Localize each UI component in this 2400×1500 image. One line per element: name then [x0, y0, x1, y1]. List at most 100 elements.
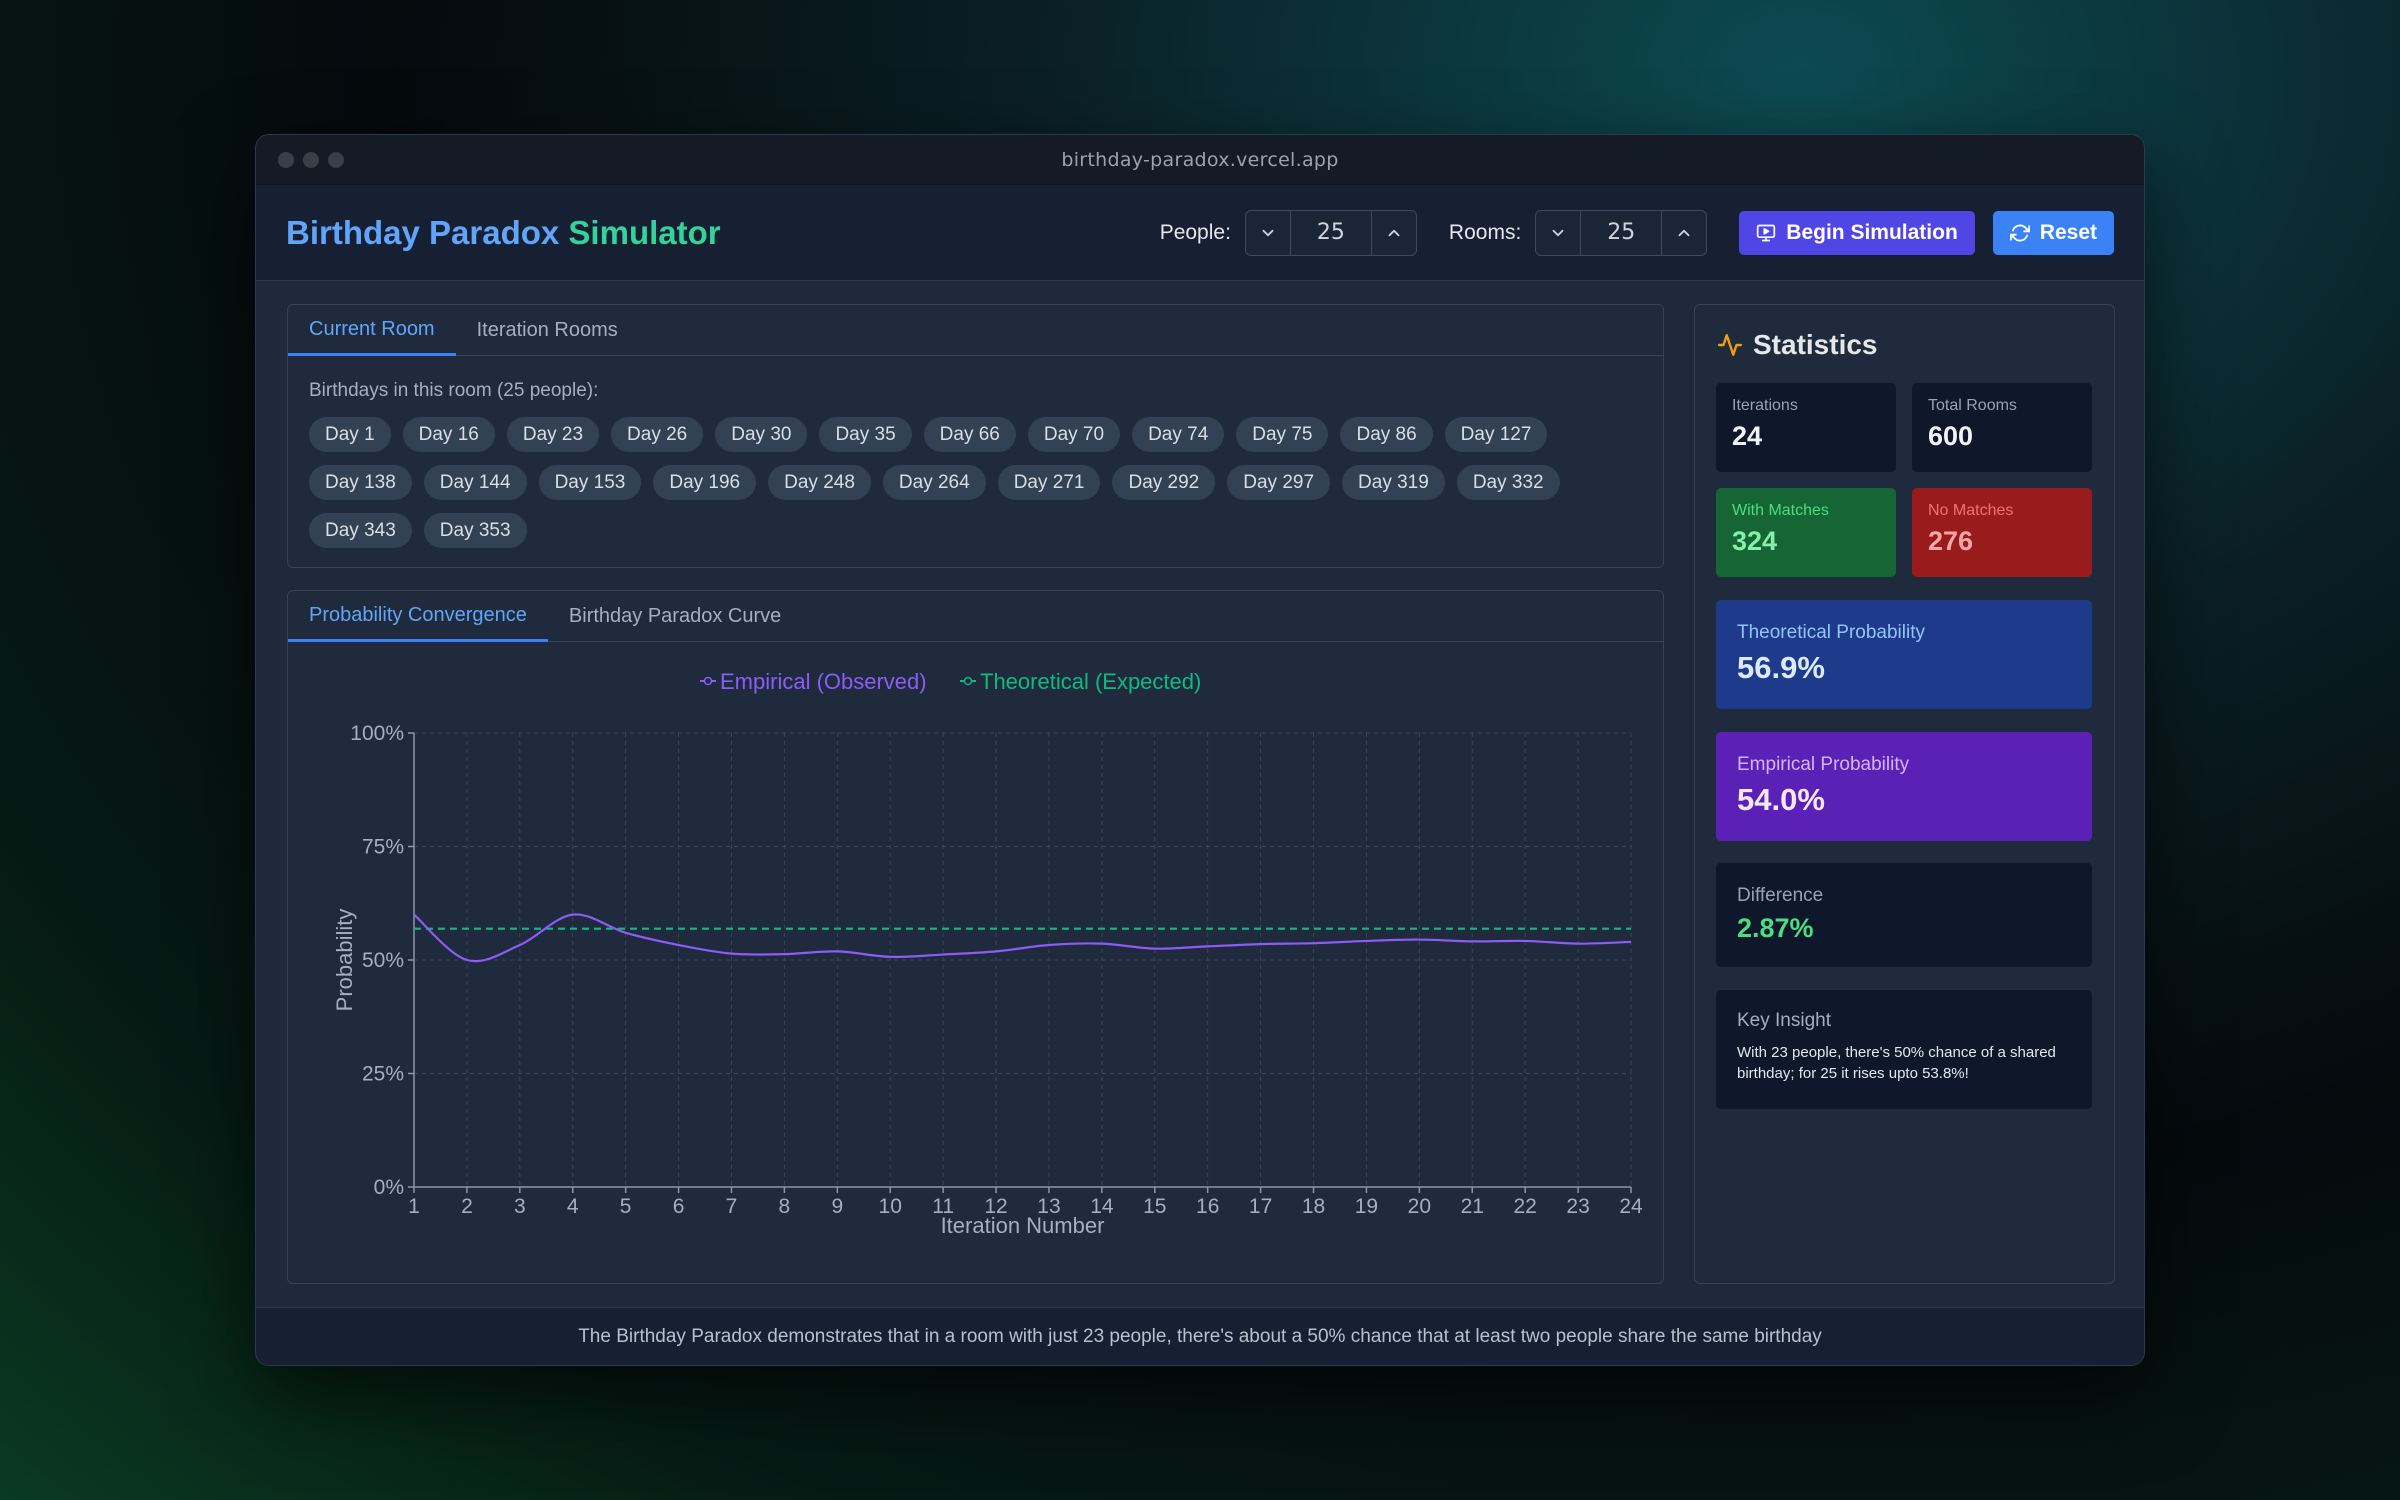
- statistics-title: Statistics: [1753, 329, 1878, 360]
- close-window-dot[interactable]: [278, 152, 294, 168]
- x-tick-label: 4: [567, 1195, 579, 1218]
- y-tick-label: 50%: [362, 949, 404, 972]
- people-label: People:: [1159, 220, 1231, 244]
- with-matches-card: With Matches 324: [1716, 488, 1896, 577]
- x-tick-label: 5: [620, 1195, 632, 1218]
- birthday-chip-list: Day 1 Day 16 Day 23 Day 26 Day 30 Day 35 Day 6…: [309, 417, 1639, 548]
- total-rooms-label: Total Rooms: [1928, 397, 2017, 414]
- people-increment-button[interactable]: [1372, 211, 1416, 255]
- with-matches-value: 324: [1732, 526, 1778, 556]
- difference-label: Difference: [1737, 885, 1824, 906]
- x-tick-label: 16: [1196, 1195, 1219, 1218]
- total-rooms-card: Total Rooms 600: [1912, 383, 2092, 472]
- birthday-chip: Day 75: [1236, 417, 1329, 452]
- begin-simulation-label: Begin Simulation: [1786, 220, 1958, 244]
- legend-marker: [703, 676, 713, 686]
- convergence-chart: 0%25%50%75%100%1 2 3 4 5 6 7 8 9 10 11 12 13 14 15 16 17…: [332, 669, 1643, 1238]
- iterations-card: Iterations 24: [1716, 383, 1896, 472]
- birthday-chip: Day 271: [997, 465, 1101, 500]
- theoretical-value: 56.9%: [1737, 650, 1825, 685]
- iterations-label: Iterations: [1732, 397, 1798, 414]
- x-tick-label: 10: [879, 1195, 902, 1218]
- no-matches-value: 276: [1928, 526, 1974, 556]
- x-tick-label: 21: [1461, 1195, 1484, 1218]
- empirical-value: 54.0%: [1737, 782, 1825, 817]
- statistics-header: Statistics: [1717, 329, 2114, 361]
- tab-probability-convergence[interactable]: Probability Convergence: [288, 591, 548, 642]
- x-tick-label: 6: [673, 1195, 685, 1218]
- page-title: Birthday Paradox Simulator: [286, 214, 721, 252]
- legend-label: Theoretical (Expected): [980, 669, 1201, 694]
- birthday-chip: Day 353: [423, 513, 527, 548]
- x-tick-label: 1: [408, 1195, 420, 1218]
- empirical-series-line: [413, 913, 1632, 963]
- chevron-up-icon: [1388, 229, 1400, 236]
- y-tick-label: 0%: [374, 1176, 404, 1199]
- birthday-chip: Day 196: [653, 465, 757, 500]
- chart-tabs: Probability Convergence Birthday Paradox…: [288, 591, 1663, 642]
- birthday-chip: Day 66: [923, 417, 1016, 452]
- minimize-window-dot[interactable]: [303, 152, 319, 168]
- app-window: birthday-paradox.vercel.app Birthday Par…: [255, 134, 2145, 1366]
- chevron-down-icon: [1262, 229, 1274, 236]
- room-caption: Birthdays in this room (25 people):: [309, 380, 599, 401]
- iterations-value: 24: [1732, 421, 1763, 451]
- rooms-decrement-button[interactable]: [1536, 211, 1580, 255]
- x-tick-label: 9: [831, 1195, 843, 1218]
- room-panel: Current Room Iteration Rooms Birthdays i…: [287, 304, 1664, 568]
- x-tick-label: 24: [1619, 1195, 1643, 1218]
- tab-current-room[interactable]: Current Room: [288, 305, 456, 356]
- birthday-chip: Day 297: [1227, 465, 1331, 500]
- reset-button[interactable]: Reset: [1992, 210, 2114, 255]
- url-text: birthday-paradox.vercel.app: [1061, 148, 1339, 171]
- people-stepper[interactable]: 25: [1244, 209, 1417, 256]
- tab-iteration-rooms[interactable]: Iteration Rooms: [456, 305, 639, 356]
- x-tick-label: 23: [1566, 1195, 1589, 1218]
- birthday-chip: Day 16: [402, 417, 495, 452]
- window-controls: [278, 135, 344, 185]
- browser-titlebar: birthday-paradox.vercel.app: [256, 135, 2144, 185]
- people-decrement-button[interactable]: [1246, 211, 1290, 255]
- birthday-chip: Day 332: [1456, 465, 1560, 500]
- simulation-controls: People: 25 Rooms: 25 Begin Simulation Re…: [1159, 209, 2114, 256]
- rooms-increment-button[interactable]: [1662, 211, 1706, 255]
- x-tick-label: 22: [1513, 1195, 1536, 1218]
- birthday-chip: Day 26: [611, 417, 704, 452]
- key-insight-title: Key Insight: [1737, 1010, 1831, 1031]
- tab-birthday-paradox-curve[interactable]: Birthday Paradox Curve: [548, 591, 802, 642]
- chevron-up-icon: [1678, 229, 1690, 236]
- birthday-chip: Day 248: [768, 465, 871, 500]
- no-matches-card: No Matches 276: [1912, 488, 2092, 577]
- begin-simulation-button[interactable]: Begin Simulation: [1739, 210, 1975, 255]
- legend-label: Empirical (Observed): [720, 669, 927, 694]
- theoretical-label: Theoretical Probability: [1737, 622, 1925, 643]
- y-tick-label: 25%: [362, 1063, 404, 1086]
- x-tick-label: 15: [1143, 1195, 1166, 1218]
- birthday-chip: Day 35: [819, 417, 912, 452]
- reset-label: Reset: [2039, 220, 2097, 244]
- statistics-panel: Statistics Iterations 24 Total Rooms 600…: [1694, 304, 2115, 1284]
- rooms-stepper[interactable]: 25: [1535, 209, 1708, 256]
- total-rooms-value: 600: [1928, 421, 1974, 451]
- birthday-chip: Day 30: [715, 417, 808, 452]
- birthday-chip: Day 264: [882, 465, 986, 500]
- birthday-chip: Day 1: [309, 417, 391, 452]
- maximize-window-dot[interactable]: [328, 152, 344, 168]
- x-tick-label: 18: [1302, 1195, 1325, 1218]
- birthday-chip: Day 319: [1342, 465, 1445, 500]
- rooms-input[interactable]: 25: [1580, 210, 1663, 255]
- x-tick-label: 17: [1249, 1195, 1272, 1218]
- birthday-chip: Day 86: [1340, 417, 1433, 452]
- birthday-chip: Day 23: [506, 417, 600, 452]
- birthday-chip: Day 138: [309, 465, 412, 500]
- empirical-probability-card: Empirical Probability 54.0%: [1716, 732, 2092, 841]
- monitor-play-icon: [1757, 224, 1776, 241]
- people-input[interactable]: 25: [1289, 210, 1372, 255]
- no-matches-label: No Matches: [1928, 502, 2014, 519]
- chart-panel: Probability Convergence Birthday Paradox…: [287, 590, 1664, 1284]
- x-tick-label: 19: [1355, 1195, 1378, 1218]
- x-tick-label: 3: [514, 1195, 526, 1218]
- refresh-icon: [2009, 224, 2030, 241]
- x-tick-label: 20: [1408, 1195, 1431, 1218]
- title-part1: Birthday Paradox: [286, 213, 560, 251]
